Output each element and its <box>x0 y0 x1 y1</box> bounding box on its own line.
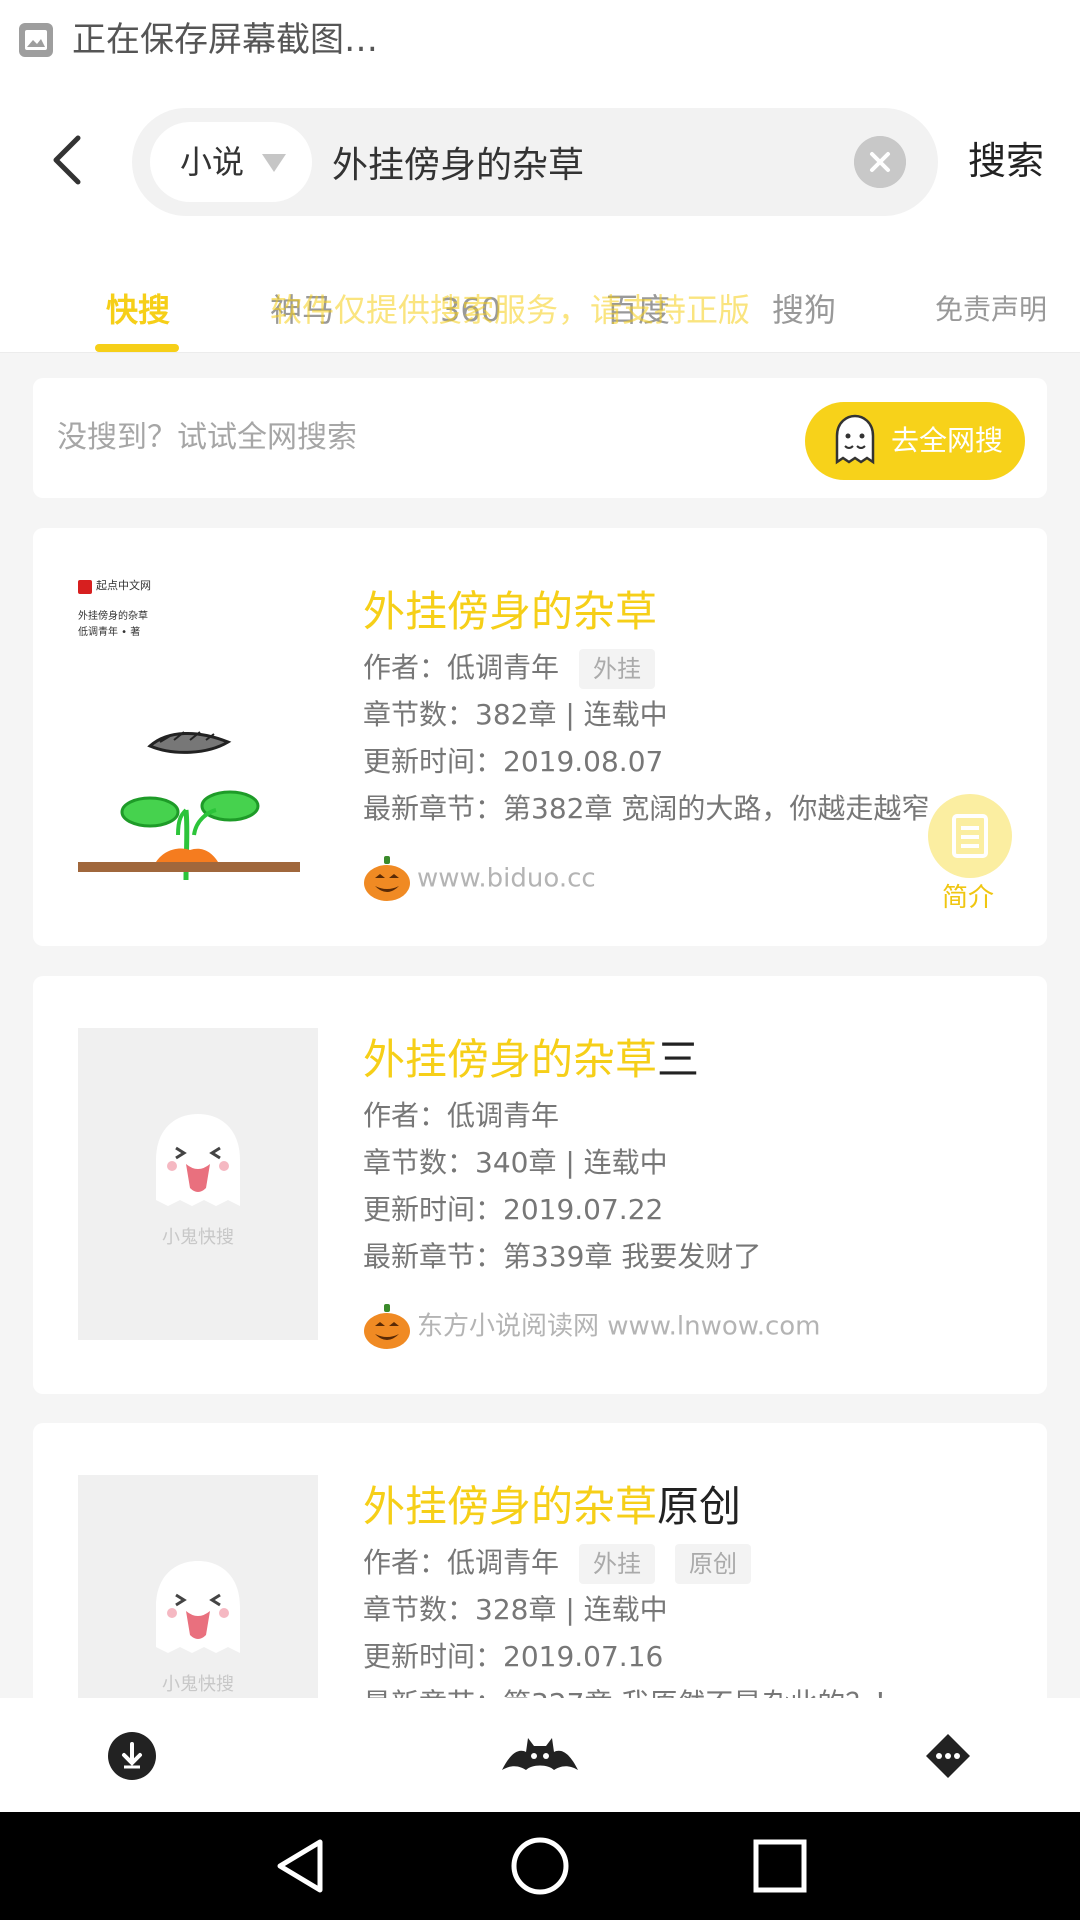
status-bar: 正在保存屏幕截图… <box>0 0 1080 80</box>
book-author: 作者：低调青年 <box>363 1099 560 1132</box>
ghost-tongue-icon <box>156 1561 240 1653</box>
book-latest-chapter: 最新章节：第382章 宽阔的大路，你越走越窄 <box>363 792 930 825</box>
book-title[interactable]: 外挂傍身的杂草三 <box>363 1031 699 1089</box>
author-text: 作者：低调青年 <box>363 651 560 684</box>
ghost-icon <box>835 414 875 465</box>
book-title-match: 外挂傍身的杂草 <box>363 587 658 636</box>
search-box: 小说 <box>132 108 938 216</box>
web-search-button[interactable]: 去全网搜 <box>805 402 1025 480</box>
back-arrow-icon[interactable] <box>40 130 100 190</box>
book-updated: 更新时间：2019.07.22 <box>363 1193 664 1226</box>
book-title[interactable]: 外挂傍身的杂草原创 <box>363 1478 741 1536</box>
nav-back-icon[interactable] <box>270 1836 330 1896</box>
status-text: 正在保存屏幕截图… <box>72 20 378 60</box>
book-author: 作者：低调青年 外挂 <box>363 648 656 689</box>
book-tag: 外挂 <box>579 649 656 689</box>
category-label: 小说 <box>180 143 245 181</box>
pumpkin-icon <box>364 856 410 901</box>
tab-kuaisou[interactable]: 快搜 <box>106 288 170 332</box>
book-title-match: 外挂傍身的杂草 <box>363 1482 658 1531</box>
ghost-tongue-icon <box>156 1114 240 1206</box>
image-icon <box>19 23 53 57</box>
web-search-tip: 没搜到？试试全网搜索 去全网搜 <box>33 378 1047 498</box>
disclaimer-link[interactable]: 免责声明 <box>935 288 1047 332</box>
placeholder-label: 小鬼快搜 <box>162 1227 234 1248</box>
sprout-illustration <box>78 731 300 881</box>
book-card[interactable]: 小鬼快搜 外挂傍身的杂草三 作者：低调青年 章节数：340章 | 连载中 更新时… <box>33 976 1047 1394</box>
book-latest-chapter: 最新章节：第339章 我要发财了 <box>363 1240 762 1273</box>
book-title-match: 外挂傍身的杂草 <box>363 1035 658 1084</box>
book-source[interactable]: www.biduo.cc <box>363 856 596 902</box>
chat-bubble-icon[interactable] <box>922 1730 974 1782</box>
system-nav-bar <box>0 1812 1080 1920</box>
active-tab-indicator <box>95 344 179 352</box>
book-updated: 更新时间：2019.07.16 <box>363 1640 664 1673</box>
book-title-rest: 三 <box>657 1035 700 1084</box>
tip-text: 没搜到？试试全网搜索 <box>57 420 357 455</box>
pumpkin-icon <box>364 1304 410 1349</box>
clear-icon[interactable] <box>854 136 906 188</box>
placeholder-label: 小鬼快搜 <box>162 1674 234 1695</box>
book-source[interactable]: 东方小说阅读网 www.lnwow.com <box>363 1304 820 1350</box>
source-url: 东方小说阅读网 www.lnwow.com <box>417 1311 821 1342</box>
book-chapters: 章节数：382章 | 连载中 <box>363 698 668 731</box>
book-chapters: 章节数：328章 | 连载中 <box>363 1593 668 1626</box>
book-cover-placeholder: 小鬼快搜 <box>78 1028 318 1340</box>
dropdown-arrow-icon <box>262 154 286 172</box>
book-chapters: 章节数：340章 | 连载中 <box>363 1146 668 1179</box>
book-title[interactable]: 外挂傍身的杂草 <box>363 583 657 641</box>
download-icon[interactable] <box>106 1730 158 1782</box>
book-cover: 起点中文网 外挂傍身的杂草 低调青年 • 著 <box>78 579 318 892</box>
search-header: 小说 搜索 <box>0 80 1080 240</box>
book-title-rest: 原创 <box>657 1482 742 1531</box>
book-intro-icon <box>952 814 988 858</box>
copyright-notice: 软件仅提供搜索服务，请支持正版 <box>270 291 751 329</box>
author-text: 作者：低调青年 <box>363 1546 560 1579</box>
intro-button[interactable] <box>928 794 1012 878</box>
nav-home-icon[interactable] <box>510 1836 570 1896</box>
book-card[interactable]: 小鬼快搜 外挂傍身的杂草原创 作者：低调青年 外挂 原创 章节数：328章 | 连载… <box>33 1423 1047 1787</box>
search-button[interactable]: 搜索 <box>968 136 1044 186</box>
bat-home-icon[interactable] <box>500 1734 580 1774</box>
book-card[interactable]: 起点中文网 外挂傍身的杂草 低调青年 • 著 外挂傍身的杂草 作者：低调青年 外挂… <box>33 528 1047 946</box>
book-tag: 外挂 <box>579 1544 656 1584</box>
source-tabs: 快搜 神马 360 百度 搜狗 软件仅提供搜索服务，请支持正版 免责声明 <box>0 240 1080 353</box>
book-updated: 更新时间：2019.08.07 <box>363 745 664 778</box>
source-url: www.biduo.cc <box>417 863 596 894</box>
book-author: 作者：低调青年 外挂 原创 <box>363 1543 752 1584</box>
search-input[interactable] <box>332 134 812 190</box>
book-tag: 原创 <box>675 1544 752 1584</box>
category-dropdown[interactable]: 小说 <box>150 122 312 202</box>
tab-sogou[interactable]: 搜狗 <box>772 288 836 332</box>
intro-label[interactable]: 简介 <box>942 880 994 916</box>
nav-recents-icon[interactable] <box>750 1836 810 1896</box>
bottom-toolbar <box>0 1698 1080 1812</box>
web-search-label: 去全网搜 <box>891 424 1004 457</box>
